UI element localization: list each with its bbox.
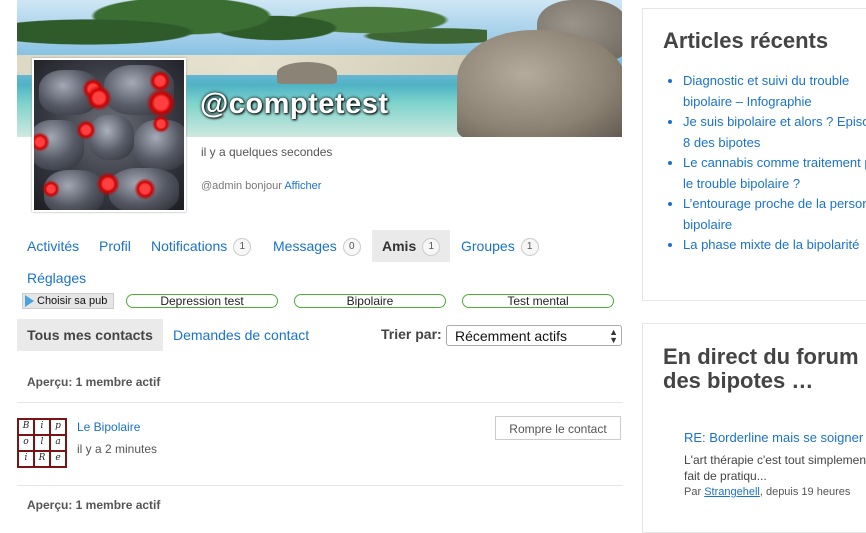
nav-groupes[interactable]: Groupes 1 bbox=[461, 230, 539, 262]
ad-choice-icon bbox=[25, 295, 34, 307]
cover-rock-small bbox=[277, 62, 337, 84]
divider bbox=[17, 485, 623, 486]
member-avatar[interactable]: B i p o l a i R e bbox=[17, 418, 67, 468]
notifications-count: 1 bbox=[233, 238, 252, 257]
profile-username: @comptetest bbox=[200, 88, 389, 120]
messages-count: 0 bbox=[342, 238, 361, 257]
forum-title-line1: En direct du forum bbox=[663, 344, 859, 369]
ad-link-depression[interactable]: Depression test bbox=[126, 294, 278, 308]
article-link[interactable]: Diagnostic et suivi du trouble bipolaire… bbox=[683, 71, 866, 112]
article-link[interactable]: Je suis bipolaire et alors ? Episode 8 d… bbox=[683, 112, 866, 153]
profile-avatar[interactable] bbox=[32, 58, 186, 212]
latest-activity: @admin bonjour Afficher bbox=[201, 180, 321, 192]
nav-messages[interactable]: Messages 0 bbox=[273, 230, 361, 262]
article-link[interactable]: Le cannabis comme traitement pour le tro… bbox=[683, 153, 866, 194]
nav-reglages[interactable]: Réglages bbox=[27, 262, 86, 294]
tab-contact-requests[interactable]: Demandes de contact bbox=[173, 319, 309, 351]
forum-author-link[interactable]: Strangehell bbox=[704, 486, 760, 498]
member-last-active: il y a 2 minutes bbox=[77, 442, 158, 456]
activity-text: @admin bonjour bbox=[201, 180, 282, 192]
nav-activites[interactable]: Activités bbox=[27, 230, 79, 262]
nav-profil[interactable]: Profil bbox=[99, 230, 131, 262]
remove-friend-button[interactable]: Rompre le contact bbox=[495, 416, 621, 440]
cover-rock-large bbox=[457, 30, 622, 137]
tab-all-contacts[interactable]: Tous mes contacts bbox=[17, 319, 163, 351]
recent-articles-title: Articles récents bbox=[663, 28, 829, 53]
divider bbox=[17, 402, 623, 403]
ad-link-bipolaire[interactable]: Bipolaire bbox=[294, 294, 446, 308]
sort-label: Trier par: bbox=[381, 326, 442, 342]
recent-articles-list: Diagnostic et suivi du trouble bipolaire… bbox=[663, 71, 866, 256]
forum-byline: Par Strangehell, depuis 19 heures bbox=[684, 486, 851, 498]
activity-view-link[interactable]: Afficher bbox=[284, 180, 321, 192]
sort-select[interactable]: Récemment actifs ▲ ▼ bbox=[446, 325, 622, 346]
recent-articles-widget: Articles récents Diagnostic et suivi du … bbox=[642, 8, 866, 301]
amis-count: 1 bbox=[422, 238, 441, 257]
article-link[interactable]: La phase mixte de la bipolarité bbox=[683, 235, 866, 256]
ad-choice-button[interactable]: Choisir sa pub bbox=[22, 293, 114, 309]
groupes-count: 1 bbox=[520, 238, 539, 257]
article-link[interactable]: L’entourage proche de la personne bipola… bbox=[683, 194, 866, 235]
select-arrows-icon: ▲ ▼ bbox=[609, 327, 618, 345]
nav-notifications[interactable]: Notifications 1 bbox=[151, 230, 252, 262]
main-content: @comptetest il y a quelques secondes @ad… bbox=[17, 0, 623, 516]
forum-excerpt: L'art thérapie c'est tout simplement fai… bbox=[684, 453, 866, 483]
member-count-top: Aperçu: 1 membre actif bbox=[27, 375, 161, 389]
nav-amis[interactable]: Amis 1 bbox=[372, 230, 451, 262]
forum-title-line2: des bipotes … bbox=[663, 368, 814, 393]
forum-topic-link[interactable]: RE: Borderline mais se soigner bbox=[684, 430, 863, 445]
last-active: il y a quelques secondes bbox=[201, 145, 333, 159]
ad-bar: Choisir sa pub Depression test Bipolaire… bbox=[22, 293, 622, 309]
forum-widget: En direct du forum des bipotes … RE: Bor… bbox=[642, 323, 866, 533]
member-count-bottom: Aperçu: 1 membre actif bbox=[27, 498, 161, 512]
member-name-link[interactable]: Le Bipolaire bbox=[77, 420, 140, 434]
ad-link-test-mental[interactable]: Test mental bbox=[462, 294, 614, 308]
